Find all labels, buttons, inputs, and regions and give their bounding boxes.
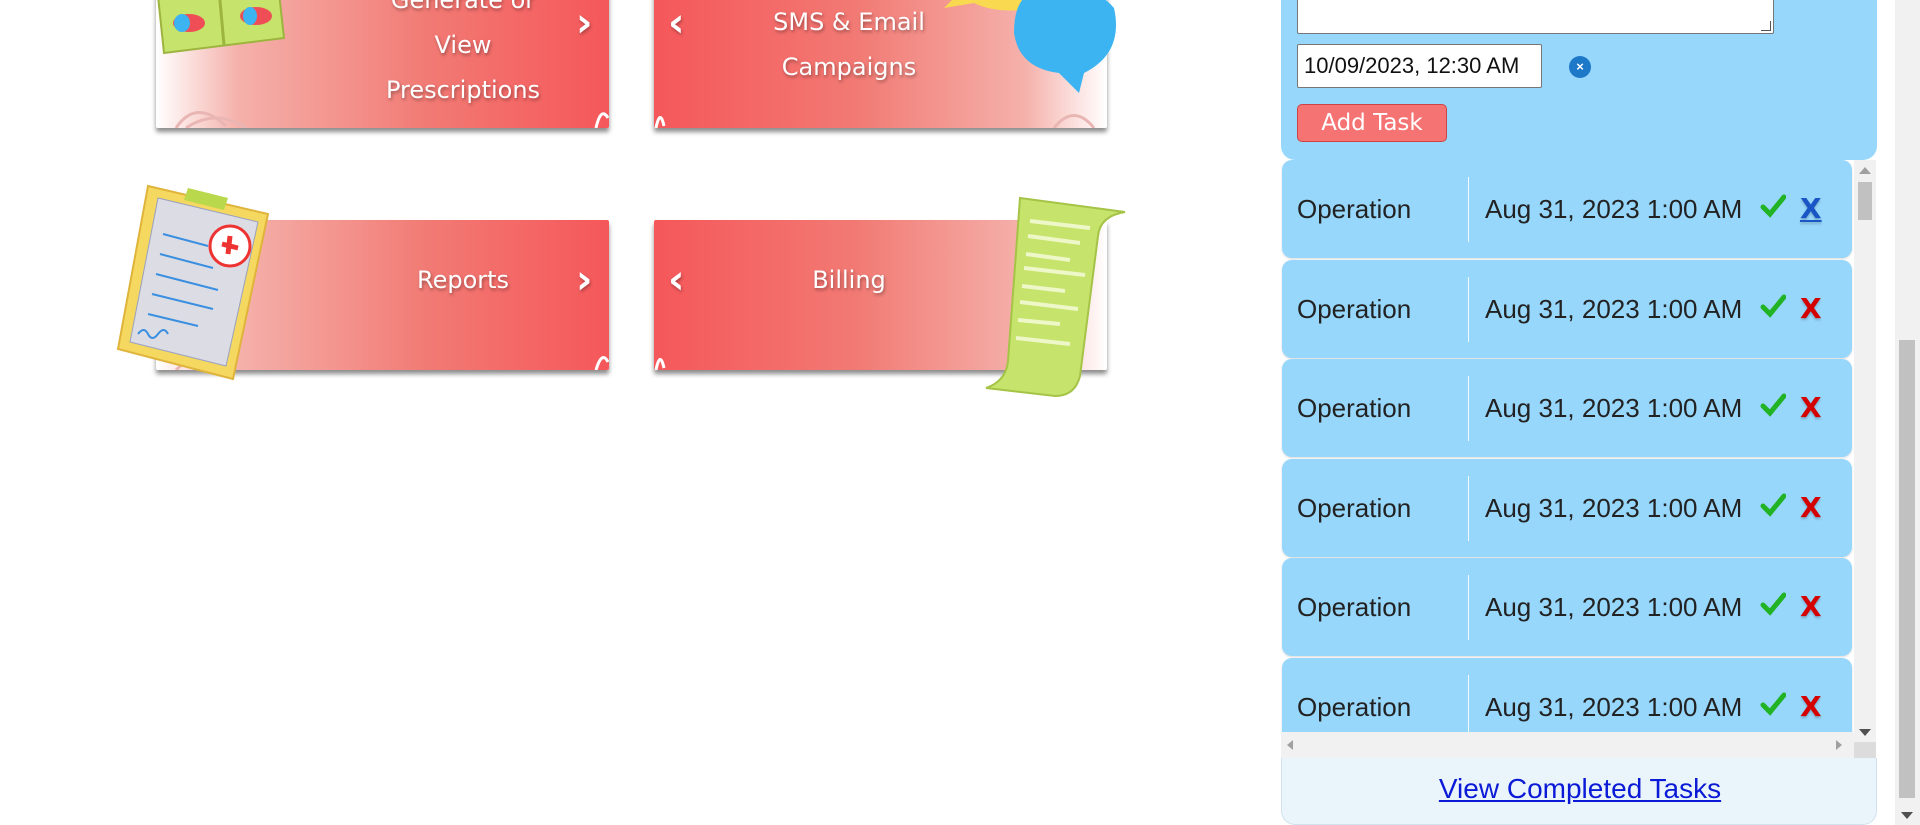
task-panel-footer: View Completed Tasks bbox=[1281, 758, 1877, 825]
chevron-left-icon: ‹ bbox=[668, 257, 685, 303]
view-completed-tasks-link[interactable]: View Completed Tasks bbox=[1282, 773, 1878, 805]
task-row: Operation Aug 31, 2023 1:00 AM X bbox=[1282, 459, 1852, 557]
chat-bubbles-icon bbox=[944, 0, 1116, 93]
task-date: Aug 31, 2023 1:00 AM bbox=[1485, 493, 1743, 523]
task-row: Operation Aug 31, 2023 1:00 AM X bbox=[1282, 558, 1852, 656]
tile-label-line: Reports bbox=[416, 266, 510, 294]
row-divider bbox=[1468, 675, 1469, 740]
chevron-right-icon: › bbox=[576, 257, 593, 303]
tile-label: Billing bbox=[714, 258, 984, 303]
tile-sms-email[interactable]: ‹ SMS & Email Campaigns bbox=[654, 0, 1116, 128]
task-row: Operation Aug 31, 2023 1:00 AM X bbox=[1282, 359, 1852, 457]
add-task-form: 10/09/2023, 12:30 AM × Add Task bbox=[1281, 0, 1877, 160]
tile-billing[interactable]: ‹ Billing bbox=[654, 196, 1126, 398]
tile-label-line: View bbox=[434, 31, 492, 59]
row-divider bbox=[1468, 575, 1469, 640]
tile-prescriptions[interactable]: Generate or View Prescriptions › bbox=[156, 0, 609, 128]
page-scrollbar-thumb[interactable] bbox=[1899, 340, 1915, 798]
row-divider bbox=[1468, 177, 1469, 242]
task-list-scroll-area[interactable]: Operation Aug 31, 2023 1:00 AM X Operation A… bbox=[1281, 160, 1877, 758]
task-name: Operation bbox=[1297, 294, 1412, 324]
task-list-vertical-scrollbar[interactable] bbox=[1854, 160, 1876, 742]
task-name: Operation bbox=[1297, 592, 1412, 622]
tile-reports[interactable]: Reports › bbox=[116, 184, 609, 381]
delete-task-button[interactable]: X bbox=[1800, 558, 1822, 656]
delete-task-button[interactable]: X bbox=[1800, 260, 1822, 358]
row-divider bbox=[1468, 476, 1469, 541]
task-row: Operation Aug 31, 2023 1:00 AM X bbox=[1282, 160, 1852, 258]
task-date: Aug 31, 2023 1:00 AM bbox=[1485, 294, 1743, 324]
dashboard-page: Generate or View Prescriptions › ‹ SMS &… bbox=[0, 0, 1920, 825]
task-list-horizontal-scrollbar[interactable] bbox=[1281, 732, 1854, 758]
check-icon[interactable] bbox=[1760, 193, 1786, 219]
delete-task-button[interactable]: X bbox=[1800, 359, 1822, 457]
delete-task-button[interactable]: X bbox=[1800, 160, 1822, 258]
chevron-left-icon: ‹ bbox=[668, 0, 685, 46]
check-icon[interactable] bbox=[1760, 392, 1786, 418]
tile-label: Reports bbox=[380, 258, 546, 303]
check-icon[interactable] bbox=[1760, 293, 1786, 319]
pills-icon bbox=[157, 0, 286, 55]
task-description-textarea[interactable] bbox=[1297, 0, 1774, 34]
tile-label-line: Billing bbox=[812, 266, 886, 294]
task-name: Operation bbox=[1297, 493, 1412, 523]
row-divider bbox=[1468, 277, 1469, 342]
task-name: Operation bbox=[1297, 194, 1412, 224]
scroll-right-icon[interactable] bbox=[1836, 740, 1842, 750]
task-date: Aug 31, 2023 1:00 AM bbox=[1485, 194, 1743, 224]
page-vertical-scrollbar[interactable] bbox=[1895, 0, 1920, 825]
task-panel: 10/09/2023, 12:30 AM × Add Task Operatio… bbox=[1281, 0, 1877, 825]
add-task-button[interactable]: Add Task bbox=[1297, 104, 1447, 142]
clipboard-icon bbox=[116, 184, 270, 381]
clear-datetime-button[interactable]: × bbox=[1569, 56, 1591, 78]
scroll-up-icon[interactable] bbox=[1859, 167, 1871, 174]
tile-label-line: Prescriptions bbox=[385, 76, 541, 104]
check-icon[interactable] bbox=[1760, 691, 1786, 717]
chevron-right-icon: › bbox=[576, 0, 593, 46]
task-date: Aug 31, 2023 1:00 AM bbox=[1485, 592, 1743, 622]
tile-label-line: Generate or bbox=[390, 0, 536, 14]
check-icon[interactable] bbox=[1760, 492, 1786, 518]
receipt-icon bbox=[985, 196, 1126, 398]
task-name: Operation bbox=[1297, 393, 1412, 423]
scroll-left-icon[interactable] bbox=[1287, 740, 1293, 750]
resize-grip-icon[interactable] bbox=[1761, 21, 1771, 31]
scroll-down-icon[interactable] bbox=[1901, 812, 1913, 819]
tile-label: Generate or View Prescriptions bbox=[380, 0, 546, 113]
task-date: Aug 31, 2023 1:00 AM bbox=[1485, 393, 1743, 423]
delete-task-button[interactable]: X bbox=[1800, 459, 1822, 557]
scrollbar-corner bbox=[1854, 742, 1876, 758]
scroll-down-icon[interactable] bbox=[1859, 729, 1871, 736]
row-divider bbox=[1468, 376, 1469, 441]
scrollbar-thumb[interactable] bbox=[1858, 182, 1872, 220]
task-row: Operation Aug 31, 2023 1:00 AM X bbox=[1282, 260, 1852, 358]
check-icon[interactable] bbox=[1760, 591, 1786, 617]
task-datetime-input[interactable]: 10/09/2023, 12:30 AM bbox=[1297, 44, 1542, 88]
